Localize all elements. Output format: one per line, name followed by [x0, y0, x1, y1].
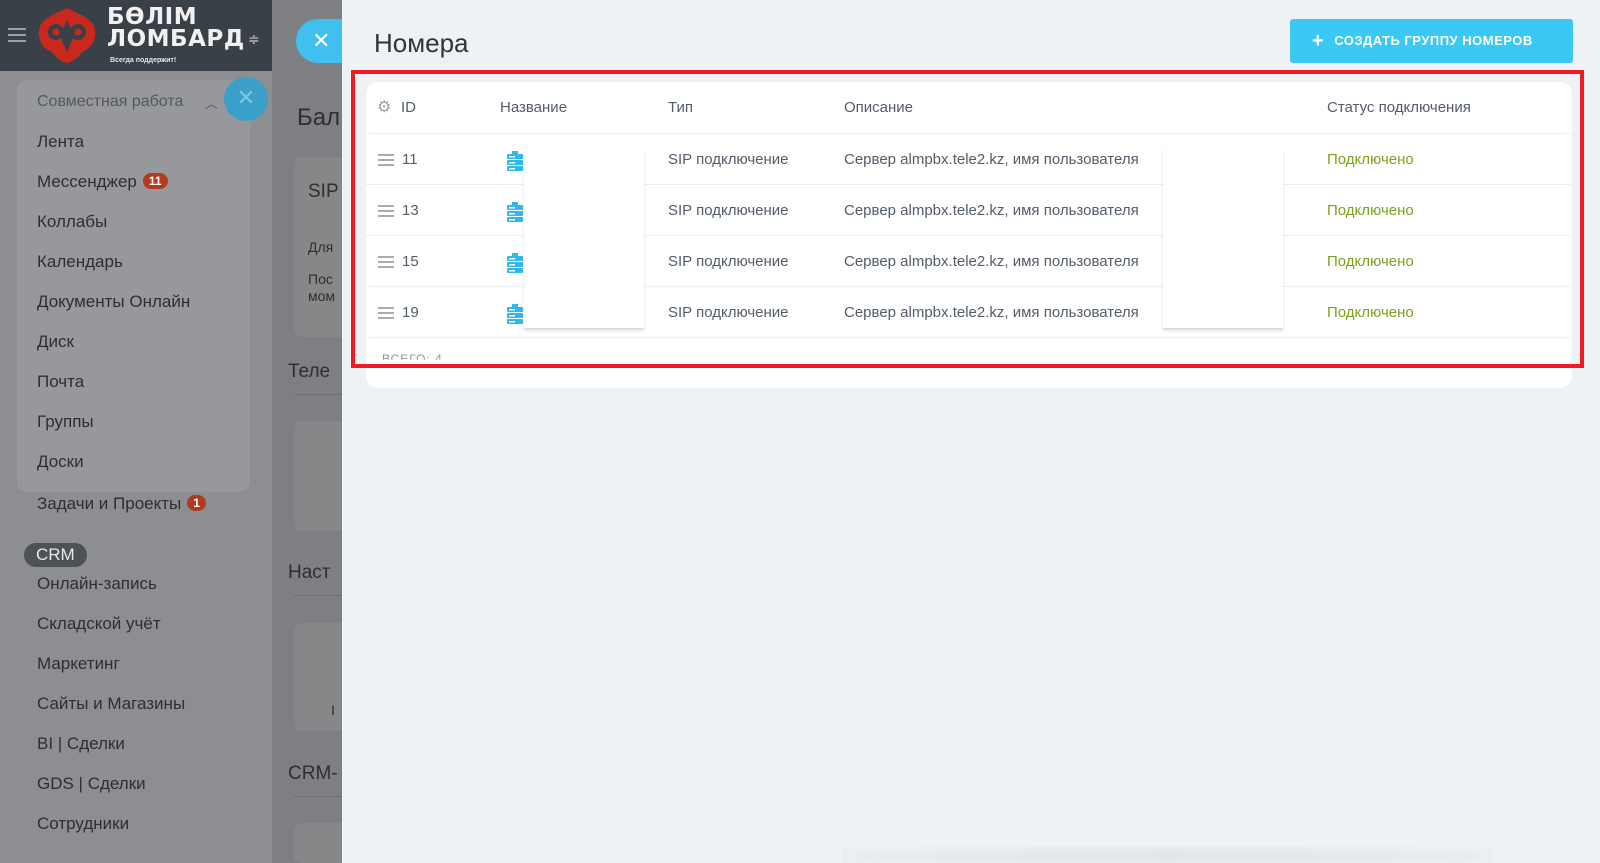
sidebar-item-employees[interactable]: Сотрудники — [37, 814, 129, 834]
sidebar-item-label: Онлайн-запись — [37, 574, 157, 593]
sidebar-item-docs[interactable]: Документы Онлайн — [37, 292, 190, 312]
sidebar-item-sites[interactable]: Сайты и Магазины — [37, 694, 185, 714]
sidebar-item-label: Сотрудники — [37, 814, 130, 833]
brand-slogan: Всегда поддержит! — [110, 57, 177, 64]
sidebar-item-label: Маркетинг — [37, 654, 120, 673]
sidebar-item-groups[interactable]: Группы — [37, 412, 94, 432]
sidebar-item-label: BI | Сделки — [37, 734, 125, 753]
background-section-title: Наст — [288, 562, 331, 583]
brand-emblem-icon — [38, 8, 96, 63]
sidebar-item-marketing[interactable]: Маркетинг — [37, 654, 120, 674]
logo-bar: БӨЛІМ ЛОМБАРД Всегда поддержит! ≑ — [0, 0, 272, 71]
background-card-title: SIP — [308, 181, 339, 202]
sidebar-item-mail[interactable]: Почта — [37, 372, 84, 392]
sidebar-item-booking[interactable]: Онлайн-запись — [37, 574, 157, 594]
background-section-title: CRM- — [288, 763, 338, 784]
divider — [294, 394, 342, 395]
page-title: Номера — [374, 28, 469, 58]
background-card-text: Пос — [308, 271, 333, 287]
sidebar-item-label: Группы — [37, 412, 94, 431]
sidebar-item-label: Задачи и Проекты — [37, 494, 182, 513]
background-card-text: мом — [308, 288, 336, 304]
settings-sliders-icon[interactable]: ≑ — [248, 31, 260, 48]
highlight-frame — [351, 70, 1584, 368]
sidebar-item-collabs[interactable]: Коллабы — [37, 212, 107, 232]
background-card — [294, 421, 342, 531]
sidebar-item-disk[interactable]: Диск — [37, 332, 74, 352]
sidebar-item-boards[interactable]: Доски — [37, 452, 84, 472]
sidebar-item-label: Складской учёт — [37, 614, 161, 633]
sidebar-item-tasks[interactable]: Задачи и Проекты 1 — [37, 494, 206, 514]
sidebar-item-calendar[interactable]: Календарь — [37, 252, 123, 272]
panel-shadow — [842, 846, 1492, 863]
sidebar-item-gds-deals[interactable]: GDS | Сделки — [37, 774, 146, 794]
sidebar-item-label: Документы Онлайн — [37, 292, 191, 311]
sidebar-item-label: Диск — [37, 332, 74, 351]
sidebar-item-label: Коллабы — [37, 212, 108, 231]
counter-badge: 11 — [142, 173, 168, 189]
create-number-group-button[interactable]: + СОЗДАТЬ ГРУППУ НОМЕРОВ — [1290, 19, 1573, 63]
sidebar-item-bi-deals[interactable]: BI | Сделки — [37, 734, 125, 754]
background-card — [294, 823, 342, 863]
sidebar-item-label: Почта — [37, 372, 85, 391]
background-card-text: Для — [308, 239, 334, 255]
sidebar-item-label: GDS | Сделки — [37, 774, 146, 793]
brand-line2: ЛОМБАРД — [107, 26, 245, 52]
counter-badge: 1 — [187, 495, 206, 511]
brand-line1: БӨЛІМ — [107, 4, 198, 30]
slider-close-button[interactable]: ✕ — [296, 19, 346, 63]
plus-icon: + — [1312, 29, 1325, 52]
sidebar-item-label: Доски — [37, 452, 84, 471]
background-card-text: I — [331, 702, 335, 718]
sidebar-item-label: CRM — [36, 545, 75, 564]
brand-name: БӨЛІМ ЛОМБАРД — [107, 4, 245, 52]
close-icon: ✕ — [312, 28, 331, 53]
sidebar-group-header[interactable]: Совместная работа — [37, 93, 183, 111]
menu-icon[interactable] — [8, 28, 26, 42]
sidebar-item-label: Сайты и Магазины — [37, 694, 186, 713]
background-page-title: Бал — [297, 104, 341, 131]
app-sidebar: БӨЛІМ ЛОМБАРД Всегда поддержит! ≑ Совмес… — [0, 0, 272, 863]
sidebar-item-label: Мессенджер — [37, 172, 137, 191]
chevron-up-icon[interactable]: ︿ — [205, 93, 218, 112]
divider — [294, 595, 342, 596]
sidebar-item-label: Лента — [37, 132, 85, 151]
close-icon[interactable]: ✕ — [224, 77, 268, 121]
background-section-title: Теле — [288, 361, 331, 382]
sidebar-item-messenger[interactable]: Мессенджер 11 — [37, 172, 168, 192]
divider — [294, 796, 342, 797]
sidebar-item-label: Календарь — [37, 252, 123, 271]
sidebar-item-crm[interactable]: CRM — [24, 543, 87, 567]
sidebar-item-feed[interactable]: Лента — [37, 132, 84, 152]
button-label: СОЗДАТЬ ГРУППУ НОМЕРОВ — [1334, 32, 1533, 48]
sidebar-item-inventory[interactable]: Складской учёт — [37, 614, 161, 634]
numbers-slider-panel: Номера + СОЗДАТЬ ГРУППУ НОМЕРОВ ⚙ ID Назв… — [342, 0, 1600, 863]
